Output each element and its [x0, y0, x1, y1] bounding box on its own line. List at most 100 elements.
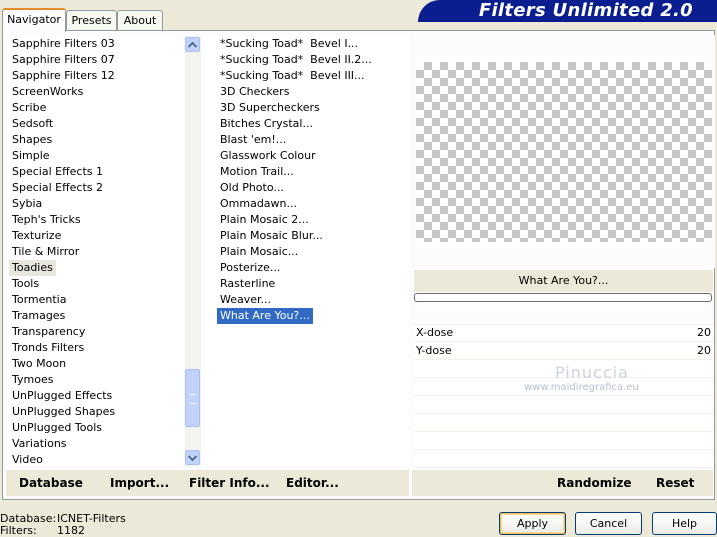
category-list-item[interactable]: Tile & Mirror — [6, 244, 184, 260]
chevron-down-icon — [188, 454, 197, 461]
category-item-label: Sedsoft — [12, 117, 54, 130]
filter-title: What Are You?... — [518, 274, 609, 287]
filter-list-item[interactable]: Bitches Crystal... — [217, 116, 409, 132]
category-item-label: Shapes — [12, 133, 53, 146]
filter-list-item[interactable]: Old Photo... — [217, 180, 409, 196]
filter-list[interactable]: *Sucking Toad* Bevel I... *Sucking Toad* … — [206, 35, 409, 467]
category-list-item[interactable]: Teph's Tricks — [6, 212, 184, 228]
category-list-item[interactable]: UnPlugged Effects — [6, 388, 184, 404]
category-item-label: Simple — [12, 149, 50, 162]
param-row-empty — [414, 397, 713, 414]
category-list-item[interactable]: UnPlugged Tools — [6, 420, 184, 436]
category-item-label: Sapphire Filters 12 — [12, 69, 115, 82]
param-row-x-dose[interactable]: X-dose 20 — [414, 325, 713, 342]
filter-list-item[interactable]: 3D Checkers — [217, 84, 409, 100]
category-list-item[interactable]: Transparency — [6, 324, 184, 340]
filter-list-item[interactable]: 3D Supercheckers — [217, 100, 409, 116]
help-button[interactable]: Help — [652, 512, 717, 535]
reset-button[interactable]: Reset — [656, 476, 694, 490]
filter-item-label: Plain Mosaic... — [220, 245, 299, 258]
filter-info-button[interactable]: Filter Info... — [189, 476, 270, 490]
param-value[interactable]: 20 — [697, 326, 711, 339]
filter-item-label: Weaver... — [220, 293, 272, 306]
category-item-label: Tronds Filters — [12, 341, 85, 354]
filter-list-item[interactable]: What Are You?... — [216, 307, 409, 325]
filter-item-label: Posterize... — [220, 261, 281, 274]
tab-about[interactable]: About — [117, 10, 163, 30]
category-list[interactable]: Sapphire Filters 03 Sapphire Filters 07 Sa… — [6, 35, 184, 467]
filter-item-label: Bitches Crystal... — [220, 117, 313, 130]
category-list-item[interactable]: Variations — [6, 436, 184, 452]
apply-button[interactable]: Apply — [499, 512, 566, 535]
category-list-item[interactable]: Tramages — [6, 308, 184, 324]
param-label: Y-dose — [416, 344, 452, 357]
cancel-button[interactable]: Cancel — [575, 512, 642, 535]
filter-list-item[interactable]: Ommadawn... — [217, 196, 409, 212]
param-value[interactable]: 20 — [697, 344, 711, 357]
filter-list-item[interactable]: *Sucking Toad* Bevel III... — [217, 68, 409, 84]
filter-list-item[interactable]: Glasswork Colour — [217, 148, 409, 164]
category-item-label: Tymoes — [12, 373, 54, 386]
app-banner-title: Filters Unlimited 2.0 — [418, 0, 717, 22]
filter-item-label: 3D Supercheckers — [220, 101, 320, 114]
scroll-thumb[interactable] — [185, 369, 200, 427]
category-list-item[interactable]: Tymoes — [6, 372, 184, 388]
category-list-item[interactable]: Sedsoft — [6, 116, 184, 132]
category-list-item[interactable]: Tronds Filters — [6, 340, 184, 356]
category-item-label: Transparency — [12, 325, 86, 338]
category-item-label: Toadies — [9, 260, 56, 276]
param-row-y-dose[interactable]: Y-dose 20 — [414, 343, 713, 360]
filter-list-item[interactable]: Plain Mosaic 2... — [217, 212, 409, 228]
category-item-label: Tramages — [12, 309, 66, 322]
category-scrollbar[interactable] — [185, 36, 201, 467]
tab-presets[interactable]: Presets — [66, 10, 117, 30]
params-spacer — [414, 306, 713, 325]
filter-list-item[interactable]: Plain Mosaic... — [217, 244, 409, 260]
param-row-empty — [414, 451, 713, 468]
status-filters-value: 1182 — [57, 524, 85, 537]
import-button[interactable]: Import... — [110, 476, 169, 490]
filter-list-item[interactable]: *Sucking Toad* Bevel II.2... — [217, 52, 409, 68]
category-list-item[interactable]: Tools — [6, 276, 184, 292]
category-list-item[interactable]: Texturize — [6, 228, 184, 244]
category-list-item[interactable]: Shapes — [6, 132, 184, 148]
filter-list-item[interactable]: Weaver... — [217, 292, 409, 308]
filter-list-item[interactable]: Plain Mosaic Blur... — [217, 228, 409, 244]
category-item-label: UnPlugged Tools — [12, 421, 102, 434]
category-list-item[interactable]: UnPlugged Shapes — [6, 404, 184, 420]
category-item-label: UnPlugged Shapes — [12, 405, 116, 418]
editor-button[interactable]: Editor... — [286, 476, 339, 490]
category-list-item[interactable]: Video — [6, 452, 184, 467]
category-item-label: Video — [12, 453, 43, 466]
category-item-label: Sapphire Filters 07 — [12, 53, 115, 66]
category-list-item[interactable]: Two Moon — [6, 356, 184, 372]
filter-list-item[interactable]: *Sucking Toad* Bevel I... — [217, 36, 409, 52]
scroll-down-button[interactable] — [185, 450, 200, 465]
category-list-item[interactable]: Special Effects 2 — [6, 180, 184, 196]
filter-item-label: Plain Mosaic 2... — [220, 213, 309, 226]
category-list-item[interactable]: Sapphire Filters 07 — [6, 52, 184, 68]
category-list-item[interactable]: Simple — [6, 148, 184, 164]
filter-item-label: *Sucking Toad* Bevel II.2... — [220, 53, 372, 66]
category-list-item[interactable]: Sapphire Filters 12 — [6, 68, 184, 84]
category-item-label: Tile & Mirror — [12, 245, 80, 258]
filter-list-item[interactable]: Rasterline — [217, 276, 409, 292]
category-list-item[interactable]: ScreenWorks — [6, 84, 184, 100]
watermark-name: Pinuccia — [555, 363, 629, 382]
param-label: X-dose — [416, 326, 454, 339]
scroll-up-button[interactable] — [185, 37, 200, 52]
category-list-item[interactable]: Toadies — [6, 260, 184, 276]
filter-list-item[interactable]: Motion Trail... — [217, 164, 409, 180]
category-list-item[interactable]: Scribe — [6, 100, 184, 116]
database-button[interactable]: Database — [19, 476, 83, 490]
category-list-item[interactable]: Special Effects 1 — [6, 164, 184, 180]
tab-navigator[interactable]: Navigator — [2, 8, 66, 32]
category-list-item[interactable]: Sybia — [6, 196, 184, 212]
filter-item-label: Plain Mosaic Blur... — [220, 229, 323, 242]
randomize-button[interactable]: Randomize — [557, 476, 631, 490]
category-list-item[interactable]: Sapphire Filters 03 — [6, 36, 184, 52]
status-filters-label: Filters: — [0, 524, 37, 537]
category-list-item[interactable]: Tormentia — [6, 292, 184, 308]
filter-list-item[interactable]: Blast 'em!... — [217, 132, 409, 148]
filter-list-item[interactable]: Posterize... — [217, 260, 409, 276]
